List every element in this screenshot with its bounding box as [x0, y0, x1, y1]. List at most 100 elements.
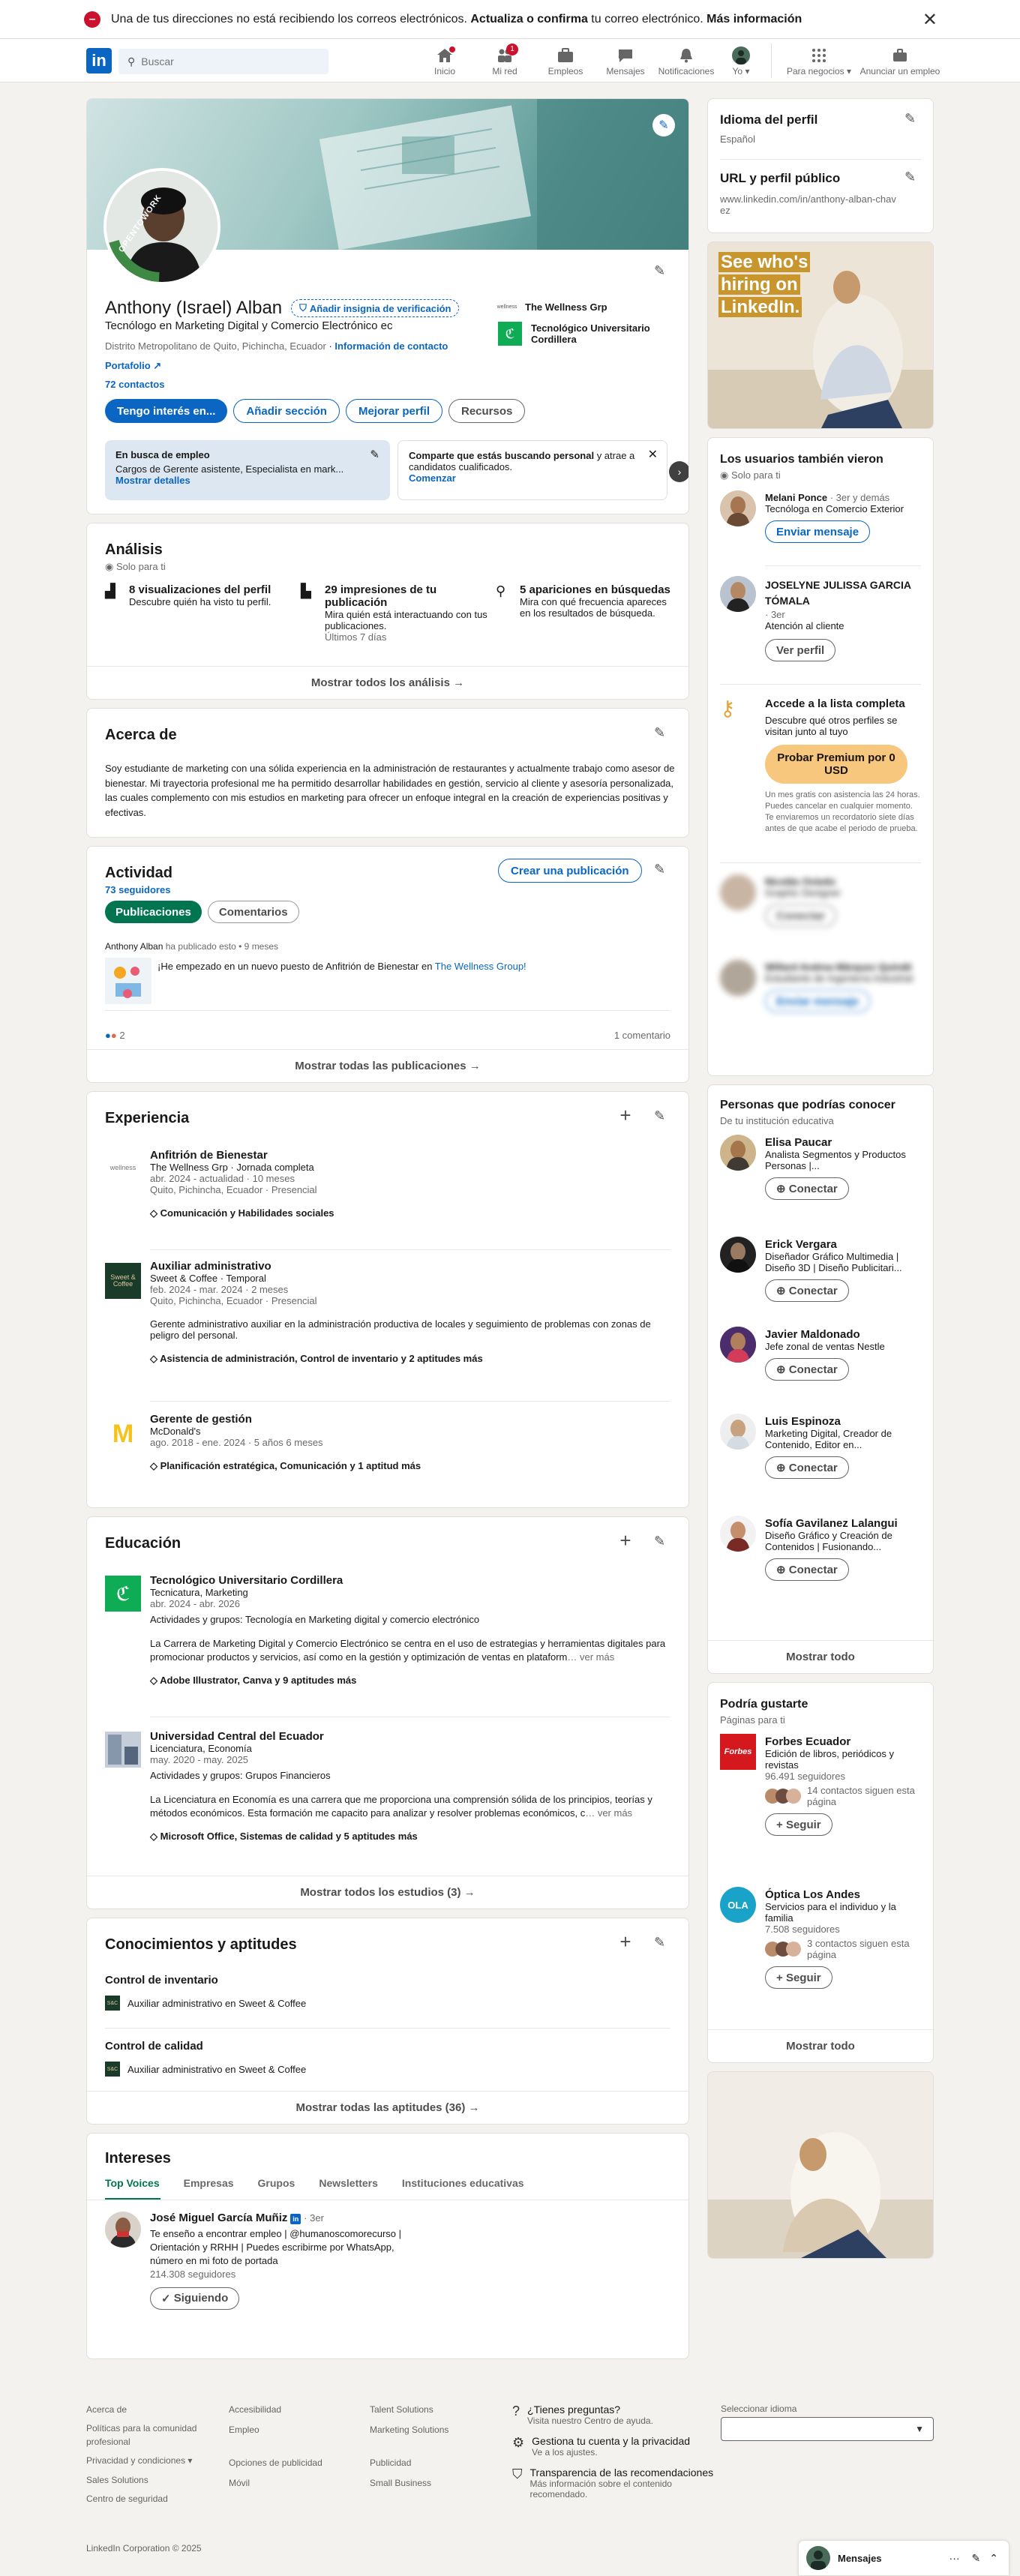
nav-me[interactable]: Yo ▾ [715, 43, 767, 81]
edit-cover-icon[interactable]: ✎ [652, 114, 675, 136]
alert-info-link[interactable]: Más información [706, 13, 802, 25]
nav-jobs[interactable]: Empleos [534, 43, 597, 81]
avatar[interactable] [720, 1237, 756, 1273]
nav-network[interactable]: 1 Mi red [473, 43, 536, 81]
tab-newsletters[interactable]: Newsletters [319, 2177, 378, 2189]
footer-link[interactable]: Talent Solutions [370, 2404, 482, 2416]
contact-info-link[interactable]: Información de contacto [334, 340, 448, 352]
avatar[interactable] [720, 1516, 756, 1552]
viewer-name[interactable]: JOSELYNE JULISSA GARCIA TÓMALA [765, 577, 915, 609]
cordillera-logo[interactable]: ℭ [105, 1576, 141, 1612]
education-company[interactable]: ℭ Tecnológico Universitario Cordillera [498, 322, 658, 346]
help-item[interactable]: ⚙ Gestiona tu cuenta y la privacidad Ve a … [512, 2435, 730, 2458]
experience-item[interactable]: Anfitrión de Bienestar The Wellness Grp … [150, 1149, 668, 1219]
add-experience-icon[interactable]: + [616, 1105, 634, 1125]
wellness-logo[interactable]: wellness [105, 1152, 141, 1188]
nav-messaging[interactable]: Mensajes [594, 43, 657, 81]
enhance-profile-button[interactable]: Mejorar perfil [345, 399, 442, 423]
create-post-button[interactable]: Crear una publicación [498, 859, 642, 883]
open-to-button[interactable]: Tengo interés en... [105, 399, 228, 423]
show-details-link[interactable]: Mostrar detalles [116, 475, 380, 486]
footer-link[interactable]: Empleo [229, 2424, 341, 2437]
connect-button[interactable]: ⊕ Conectar [765, 1279, 849, 1302]
edit-language-icon[interactable]: ✎ [904, 111, 922, 129]
person-name[interactable]: José Miguel García Muñiz [150, 2212, 287, 2224]
resources-button[interactable]: Recursos [448, 399, 526, 423]
viewer-name[interactable]: Melani Ponce [765, 492, 827, 503]
edit-education-icon[interactable]: ✎ [654, 1534, 672, 1552]
profile-photo[interactable]: OPENTOWORK [104, 168, 220, 285]
search-input[interactable] [141, 55, 314, 67]
view-profile-button[interactable]: Ver perfil [765, 639, 836, 661]
connections-link[interactable]: 72 contactos [105, 379, 164, 390]
connect-button[interactable]: ⊕ Conectar [765, 1558, 849, 1581]
show-all-education-link[interactable]: Mostrar todos los estudios (3) → [87, 1876, 688, 1909]
linkedin-logo[interactable]: in [86, 48, 112, 73]
help-item[interactable]: ? ¿Tienes preguntas? Visita nuestro Centro… [512, 2404, 730, 2426]
skill-item[interactable]: Control de inventario S&C Auxiliar admini… [105, 1974, 306, 2011]
edit-skills-icon[interactable]: ✎ [654, 1935, 672, 1953]
follow-button[interactable]: + Seguir [765, 1813, 832, 1836]
edit-experience-icon[interactable]: ✎ [654, 1108, 672, 1126]
connect-button[interactable]: ⊕ Conectar [765, 1456, 849, 1479]
followers-link[interactable]: 73 seguidores [105, 884, 170, 895]
edit-activity-icon[interactable]: ✎ [654, 862, 672, 880]
start-link[interactable]: Comenzar [409, 472, 656, 484]
verify-badge-button[interactable]: ⛉ Añadir insignia de verificación [291, 299, 460, 317]
show-all-posts-link[interactable]: Mostrar todas las publicaciones → [87, 1049, 688, 1082]
tab-companies[interactable]: Empresas [184, 2177, 234, 2189]
bottom-ad[interactable] [707, 2071, 934, 2259]
current-company[interactable]: wellness The Wellness Grp [497, 298, 608, 316]
comments-count[interactable]: 1 comentario [614, 1030, 670, 1041]
avatar[interactable] [105, 2212, 141, 2248]
footer-link[interactable]: Centro de seguridad [86, 2493, 199, 2506]
edit-url-icon[interactable]: ✎ [904, 169, 922, 187]
nav-notifications[interactable]: Notificaciones [655, 43, 718, 81]
edit-intro-icon[interactable]: ✎ [654, 263, 672, 281]
show-all-pages-link[interactable]: Mostrar todo [708, 2029, 933, 2062]
connect-button[interactable]: ⊕ Conectar [765, 1177, 849, 1200]
central-university-logo[interactable] [105, 1732, 141, 1768]
add-section-button[interactable]: Añadir sección [233, 399, 340, 423]
hiring-ad[interactable]: See who's hiring on LinkedIn. [707, 241, 934, 429]
education-item[interactable]: Tecnológico Universitario Cordillera Tec… [150, 1574, 668, 1687]
forbes-logo[interactable]: Forbes [720, 1734, 756, 1770]
analytics-impressions[interactable]: ▙ 29 impresiones de tu publicación Mira q… [301, 583, 488, 643]
footer-link[interactable]: Móvil [229, 2477, 341, 2490]
language-select[interactable]: ▼ [721, 2417, 934, 2441]
tab-top-voices[interactable]: Top Voices [105, 2177, 160, 2189]
nav-post-job[interactable]: Anunciar un empleo [855, 43, 945, 81]
avatar[interactable] [720, 490, 756, 526]
tab-posts[interactable]: Publicaciones [105, 901, 202, 923]
avatar[interactable] [720, 576, 756, 612]
experience-item[interactable]: Gerente de gestión McDonald's ago. 2018 … [150, 1413, 668, 1472]
show-all-pymk-link[interactable]: Mostrar todo [708, 1640, 933, 1673]
send-message-button[interactable]: Enviar mensaje [765, 520, 871, 543]
messaging-dock[interactable]: Mensajes ··· ✎ ⌃ [798, 2540, 1010, 2576]
analytics-profile-views[interactable]: ▟ 8 visualizaciones del perfil Descubre q… [105, 583, 285, 607]
alert-update-link[interactable]: Actualiza o confirma [470, 13, 587, 25]
avatar[interactable] [720, 1414, 756, 1450]
footer-link[interactable]: Políticas para la comunidad profesional [86, 2422, 199, 2449]
tab-groups[interactable]: Grupos [258, 2177, 296, 2189]
help-item[interactable]: ⛉ Transparencia de las recomendaciones Más… [512, 2467, 730, 2500]
search-box[interactable]: ⚲ [118, 49, 328, 74]
carousel-next-icon[interactable]: › [669, 461, 688, 482]
following-button[interactable]: ✓ Siguiendo [150, 2287, 240, 2310]
show-all-analytics-link[interactable]: Mostrar todos los análisis → [87, 666, 688, 699]
edit-otw-icon[interactable]: ✎ [370, 448, 380, 461]
portfolio-link[interactable]: Portafolio ↗ [105, 360, 161, 372]
show-all-skills-link[interactable]: Mostrar todas las aptitudes (36) → [87, 2091, 688, 2124]
avatar[interactable] [720, 1135, 756, 1171]
optica-logo[interactable]: OLA [720, 1887, 756, 1923]
compose-icon[interactable]: ✎ [972, 2552, 981, 2565]
footer-link[interactable]: Accesibilidad [229, 2404, 341, 2416]
close-icon[interactable]: ✕ [922, 9, 938, 31]
close-icon[interactable]: ✕ [648, 447, 658, 462]
footer-link[interactable]: Sales Solutions [86, 2474, 199, 2487]
add-education-icon[interactable]: + [616, 1531, 634, 1550]
footer-link[interactable]: Privacidad y condiciones ▾ [86, 2455, 199, 2467]
reactions-count[interactable]: ●● 2 [105, 1030, 125, 1041]
follow-button[interactable]: + Seguir [765, 1966, 832, 1989]
skill-item[interactable]: Control de calidad S&C Auxiliar administr… [105, 2040, 306, 2077]
